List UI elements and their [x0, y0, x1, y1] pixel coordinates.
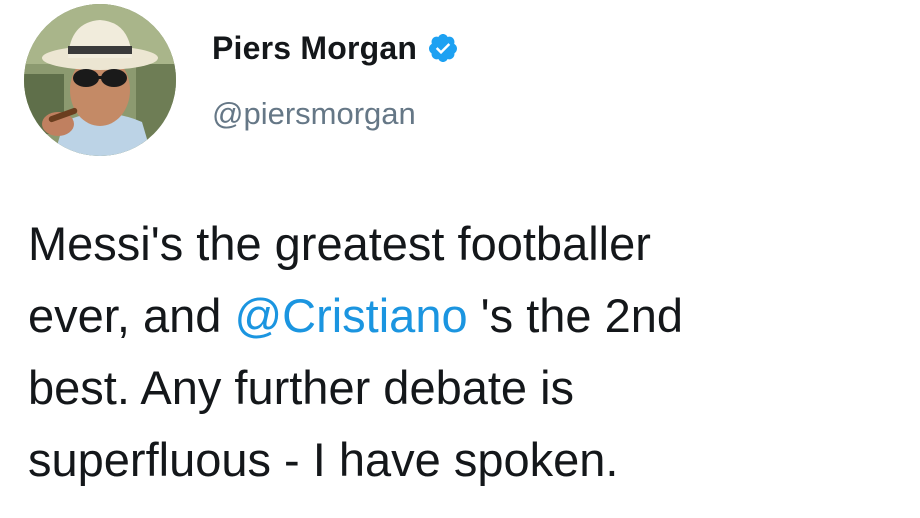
tweet-line-2-end: 's the 2nd — [467, 289, 684, 342]
name-row: Piers Morgan — [212, 26, 459, 70]
tweet-line-2-start: ever, and — [28, 289, 235, 342]
tweet-text: Messi's the greatest footballer ever, an… — [28, 208, 908, 496]
avatar[interactable] — [24, 4, 176, 156]
profile-photo-icon — [24, 4, 176, 156]
tweet-line-3: best. Any further debate is — [28, 361, 575, 414]
tweet-card: Piers Morgan @piersmorgan Messi's the gr… — [0, 0, 920, 518]
tweet-line-2: ever, and @Cristiano 's the 2nd — [28, 280, 908, 352]
tweet-line-1: Messi's the greatest footballer — [28, 217, 651, 270]
verified-badge-icon — [427, 32, 459, 64]
user-handle[interactable]: @piersmorgan — [212, 96, 416, 132]
tweet-line-4: superfluous - I have spoken. — [28, 433, 619, 486]
mention-link[interactable]: @Cristiano — [234, 289, 467, 342]
display-name[interactable]: Piers Morgan — [212, 30, 417, 67]
